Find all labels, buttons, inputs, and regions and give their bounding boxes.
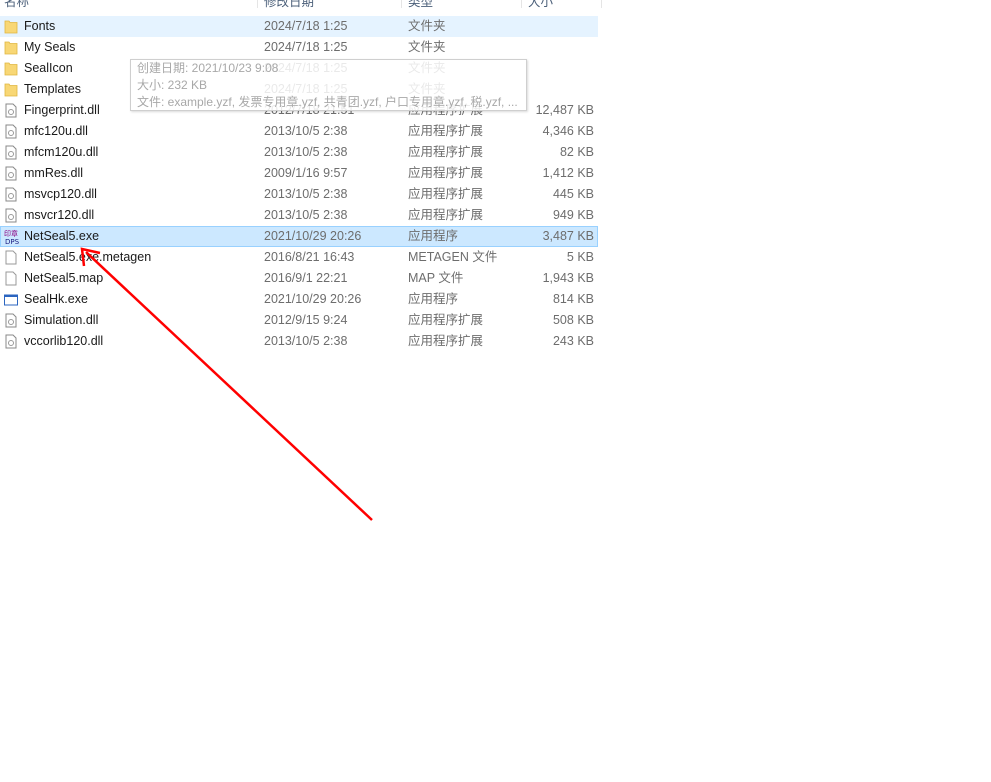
- arrow-shaft: [85, 251, 373, 521]
- annotation-arrow: [80, 247, 373, 521]
